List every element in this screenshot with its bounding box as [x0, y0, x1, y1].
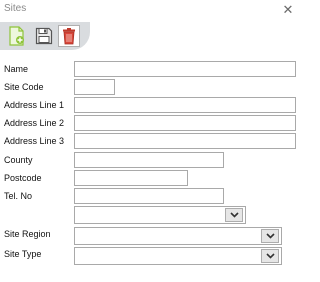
address-line-1-label: Address Line 1	[4, 100, 65, 110]
address-line-2-label: Address Line 2	[4, 118, 65, 128]
toolbar	[0, 18, 300, 53]
unlabeled-combo[interactable]	[74, 206, 246, 224]
chevron-down-icon	[229, 212, 239, 218]
close-icon[interactable]: ✕	[280, 1, 296, 17]
site-region-label: Site Region	[4, 229, 51, 239]
floppy-disk-icon	[35, 27, 53, 45]
site-type-label: Site Type	[4, 249, 42, 259]
title-bar: Sites ✕	[0, 0, 300, 18]
tel-no-label: Tel. No	[4, 191, 33, 201]
site-code-label: Site Code	[4, 82, 44, 92]
chevron-down-icon	[265, 253, 275, 259]
site-region-dropdown-button[interactable]	[261, 229, 279, 243]
save-button[interactable]	[33, 25, 55, 47]
document-add-icon	[9, 26, 24, 46]
name-field[interactable]	[74, 61, 296, 77]
postcode-field[interactable]	[74, 170, 188, 186]
address-line-2-field[interactable]	[74, 115, 296, 131]
delete-button[interactable]	[58, 25, 80, 47]
address-line-3-field[interactable]	[74, 133, 296, 149]
site-code-field[interactable]	[74, 79, 115, 95]
tel-no-field[interactable]	[74, 188, 224, 204]
site-type-combo[interactable]	[74, 247, 282, 265]
window-title: Sites	[4, 3, 27, 14]
postcode-label: Postcode	[4, 173, 42, 183]
unlabeled-combo-dropdown-button[interactable]	[225, 208, 243, 222]
name-label: Name	[4, 64, 29, 74]
add-site-button[interactable]	[6, 25, 28, 47]
trash-icon	[63, 28, 75, 45]
toolbar-strip	[0, 22, 90, 50]
county-field[interactable]	[74, 152, 224, 168]
county-label: County	[4, 155, 33, 165]
address-line-1-field[interactable]	[74, 97, 296, 113]
site-region-combo[interactable]	[74, 227, 282, 245]
site-type-dropdown-button[interactable]	[261, 249, 279, 263]
chevron-down-icon	[265, 233, 275, 239]
address-line-3-label: Address Line 3	[4, 136, 65, 146]
